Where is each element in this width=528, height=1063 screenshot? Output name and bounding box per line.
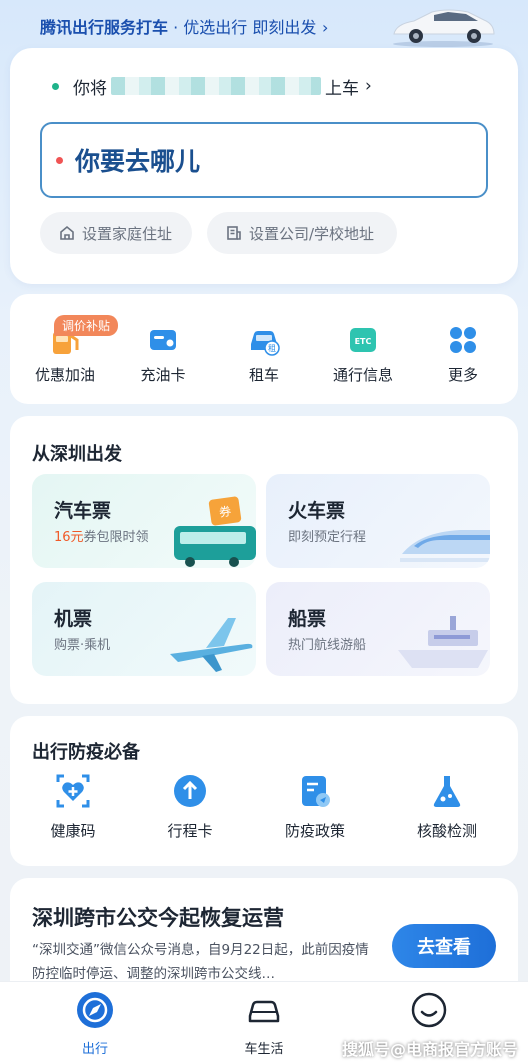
car-illustration-icon bbox=[393, 9, 495, 47]
epidemic-label: 行程卡 bbox=[167, 822, 213, 840]
ticket-subtitle: 热门航线游船 bbox=[288, 638, 367, 653]
nav-label: 车生活 bbox=[244, 1042, 284, 1057]
departures-title: 从深圳出发 bbox=[32, 444, 122, 465]
health-code-icon bbox=[56, 774, 90, 808]
ticket-subtitle: 16元券包限时领 bbox=[54, 526, 149, 545]
nav-label: 出行 bbox=[81, 1042, 108, 1057]
nav-tab-travel[interactable]: 出行 bbox=[50, 990, 140, 1057]
service-label: 充油卡 bbox=[140, 366, 186, 384]
service-more[interactable]: 更多 bbox=[418, 322, 508, 385]
news-card[interactable]: 深圳跨市公交今起恢复运营 “深圳交通”微信公众号消息，自9月22日起，此前因疫情… bbox=[10, 878, 518, 988]
ticket-subtitle-text: 券包限时领 bbox=[83, 530, 149, 545]
policy-icon bbox=[302, 776, 330, 807]
train-ticket-card[interactable]: 火车票 即刻预定行程 bbox=[266, 474, 490, 568]
home-icon bbox=[60, 225, 74, 240]
pickup-location-row[interactable]: 你将 上车 › bbox=[52, 68, 372, 104]
ticket-subtitle: 即刻预定行程 bbox=[288, 530, 367, 545]
banner-slogan: 优选出行 即刻出发 bbox=[183, 18, 317, 37]
smile-icon bbox=[411, 992, 447, 1028]
watermark-text: 搜狐号@电商报官方账号 bbox=[342, 1040, 519, 1059]
banner-text[interactable]: 腾讯出行服务打车 · 优选出行 即刻出发 › bbox=[40, 14, 328, 38]
car-rental-icon: 租 bbox=[251, 331, 280, 356]
svg-text:ETC: ETC bbox=[355, 337, 372, 346]
test-flask-icon bbox=[433, 776, 461, 807]
epidemic-card: 出行防疫必备 健康码 行程卡 防疫政策 核酸检测 bbox=[10, 716, 518, 866]
coupon-text: 券 bbox=[218, 503, 232, 520]
service-label: 更多 bbox=[447, 366, 478, 384]
chevron-right-icon: › bbox=[365, 76, 372, 96]
service-label: 优惠加油 bbox=[34, 366, 95, 384]
service-traffic-info[interactable]: ETC 通行信息 bbox=[318, 322, 408, 385]
services-card: 优惠加油 充油卡 租 租车 ETC 通行信息 更多 bbox=[10, 294, 518, 404]
ticket-subtitle: 购票·乘机 bbox=[54, 638, 111, 653]
ship-icon bbox=[398, 616, 488, 668]
destination-placeholder: 你要去哪儿 bbox=[75, 147, 201, 176]
pickup-suffix: 上车 bbox=[325, 78, 359, 99]
fuel-card-icon bbox=[150, 330, 176, 350]
nav-tab-car-life[interactable]: 车生活 bbox=[219, 990, 309, 1057]
news-title: 深圳跨市公交今起恢复运营 bbox=[32, 906, 284, 930]
compass-icon bbox=[77, 992, 113, 1028]
banner-separator: · bbox=[168, 18, 184, 37]
building-icon bbox=[227, 226, 241, 240]
home-address-label: 设置家庭住址 bbox=[82, 224, 173, 243]
pickup-prefix: 你将 bbox=[73, 78, 107, 99]
epidemic-nucleic-test[interactable]: 核酸检测 bbox=[402, 772, 492, 841]
service-label: 通行信息 bbox=[332, 366, 393, 384]
service-car-rental[interactable]: 租 租车 bbox=[219, 322, 309, 385]
epidemic-itinerary-card[interactable]: 行程卡 bbox=[145, 772, 235, 841]
departures-card: 从深圳出发 汽车票 16元券包限时领 券 火车票 即刻预定行程 机票 购票·乘机 bbox=[10, 416, 518, 704]
svg-text:租: 租 bbox=[268, 344, 276, 353]
view-news-button[interactable]: 去查看 bbox=[392, 924, 496, 968]
set-work-address-button[interactable]: 设置公司/学校地址 bbox=[207, 212, 397, 254]
ticket-title: 机票 bbox=[54, 608, 93, 630]
chevron-right-icon: › bbox=[321, 18, 329, 37]
bus-ticket-card[interactable]: 汽车票 16元券包限时领 券 bbox=[32, 474, 256, 568]
set-home-address-button[interactable]: 设置家庭住址 bbox=[40, 212, 192, 254]
epidemic-label: 防疫政策 bbox=[284, 822, 345, 840]
pickup-address-redacted bbox=[111, 77, 321, 95]
ticket-highlight: 16元 bbox=[54, 530, 84, 545]
epidemic-label: 核酸检测 bbox=[416, 822, 477, 840]
itinerary-card-icon bbox=[174, 775, 206, 807]
destination-input[interactable]: 你要去哪儿 bbox=[40, 122, 488, 198]
ticket-title: 船票 bbox=[288, 608, 327, 630]
news-body: “深圳交通”微信公众号消息，自9月22日起，此前因疫情防控临时停运、调整的深圳跨… bbox=[32, 942, 369, 982]
nav-tab-profile[interactable] bbox=[384, 990, 474, 1038]
plane-ticket-card[interactable]: 机票 购票·乘机 bbox=[32, 582, 256, 676]
epidemic-health-code[interactable]: 健康码 bbox=[28, 772, 118, 841]
banner-brand: 腾讯出行服务打车 bbox=[40, 18, 169, 37]
plane-icon bbox=[170, 618, 253, 672]
ship-ticket-card[interactable]: 船票 热门航线游船 bbox=[266, 582, 490, 676]
service-fuel-card[interactable]: 充油卡 bbox=[118, 322, 208, 385]
ride-card: 你将 上车 › 你要去哪儿 设置家庭住址 设置公司/学校地址 bbox=[10, 48, 518, 284]
epidemic-policy[interactable]: 防疫政策 bbox=[270, 772, 360, 841]
epidemic-label: 健康码 bbox=[50, 822, 96, 840]
etc-icon: ETC bbox=[350, 328, 376, 352]
service-label: 租车 bbox=[248, 366, 279, 384]
price-subsidy-badge: 调价补贴 bbox=[54, 315, 119, 336]
train-icon bbox=[400, 530, 490, 562]
work-address-label: 设置公司/学校地址 bbox=[249, 224, 375, 243]
bus-icon: 券 bbox=[174, 496, 256, 567]
origin-dot-icon bbox=[52, 82, 59, 90]
grid-more-icon bbox=[450, 327, 476, 353]
car-icon bbox=[248, 1000, 280, 1023]
ticket-title: 汽车票 bbox=[54, 500, 112, 522]
destination-dot-icon bbox=[56, 156, 63, 164]
ticket-title: 火车票 bbox=[288, 500, 346, 522]
epidemic-title: 出行防疫必备 bbox=[32, 742, 140, 763]
